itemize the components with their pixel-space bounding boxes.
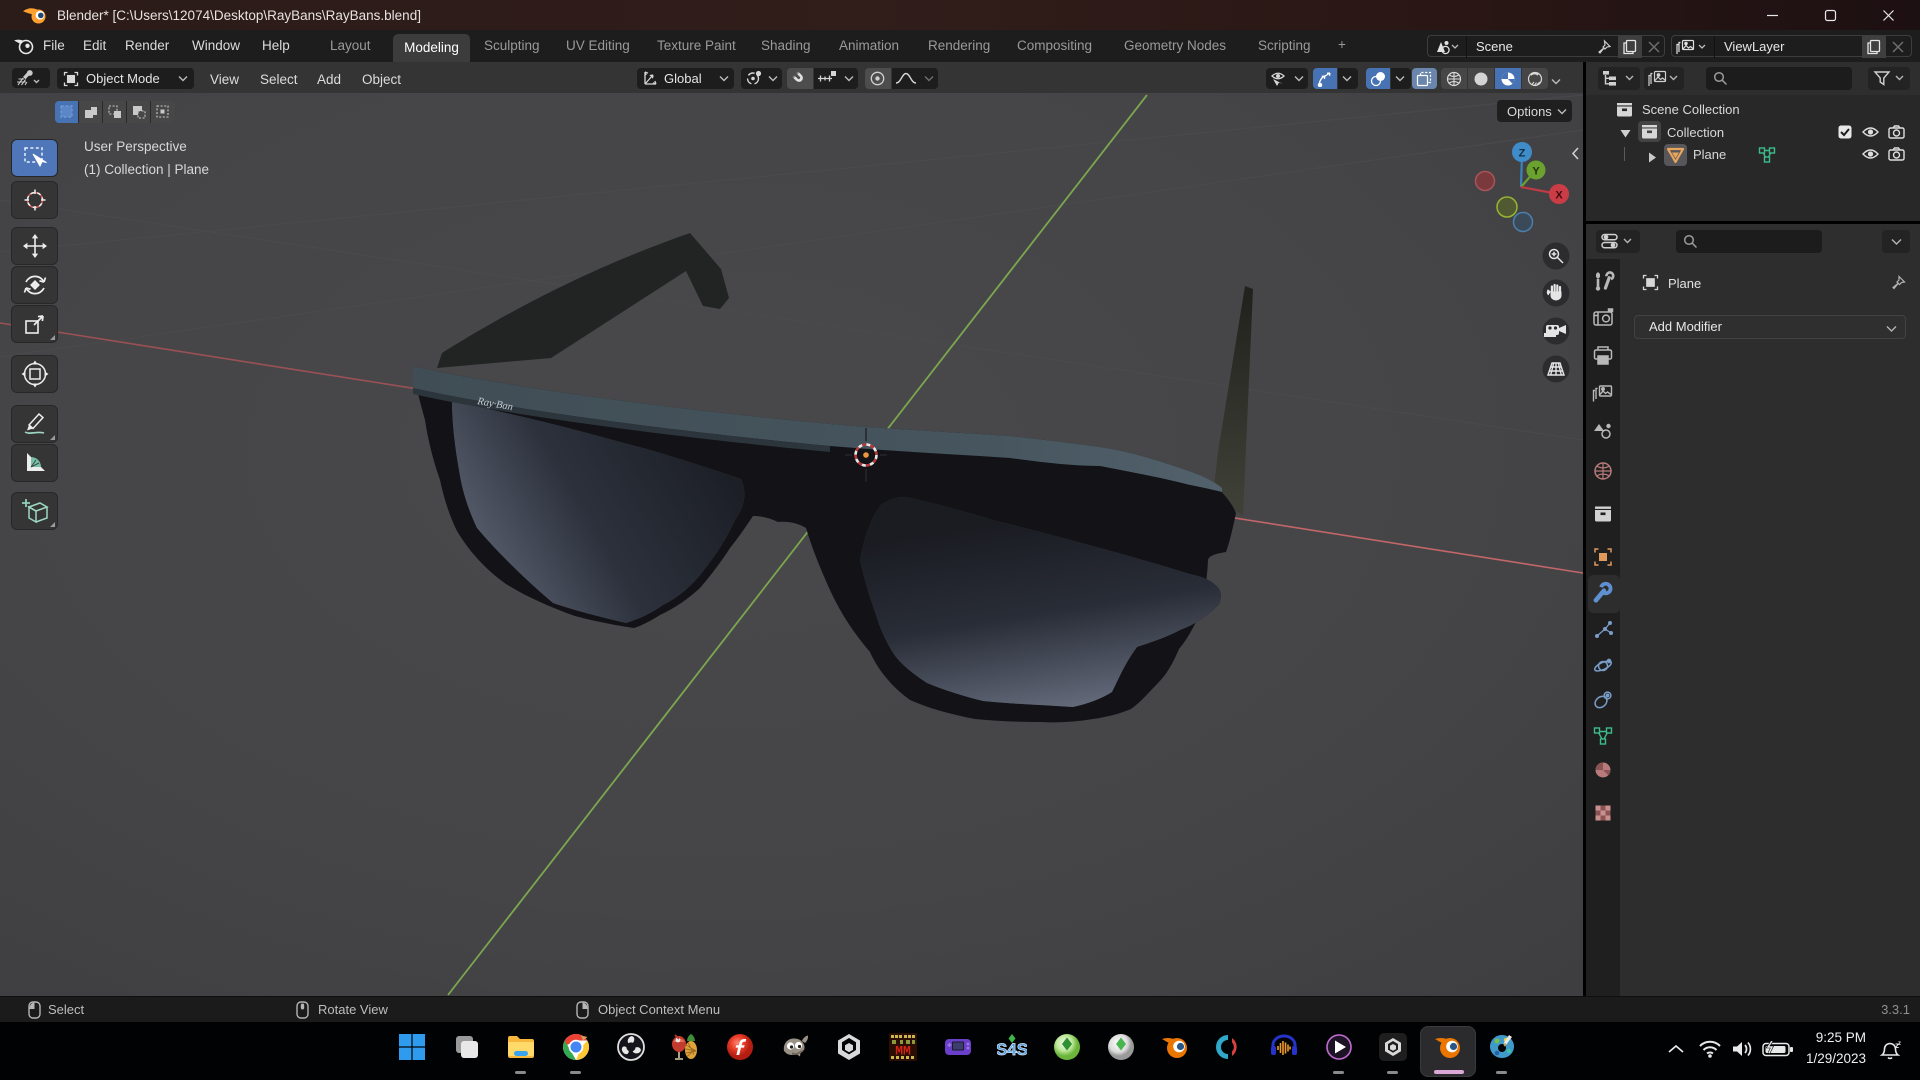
svg-text:X: X [1555, 190, 1563, 202]
svg-text:MM: MM [895, 1044, 911, 1059]
svg-text:z: z [1898, 1041, 1901, 1047]
svg-text:Y: Y [1532, 166, 1540, 178]
svg-text:Z: Z [1519, 148, 1526, 160]
